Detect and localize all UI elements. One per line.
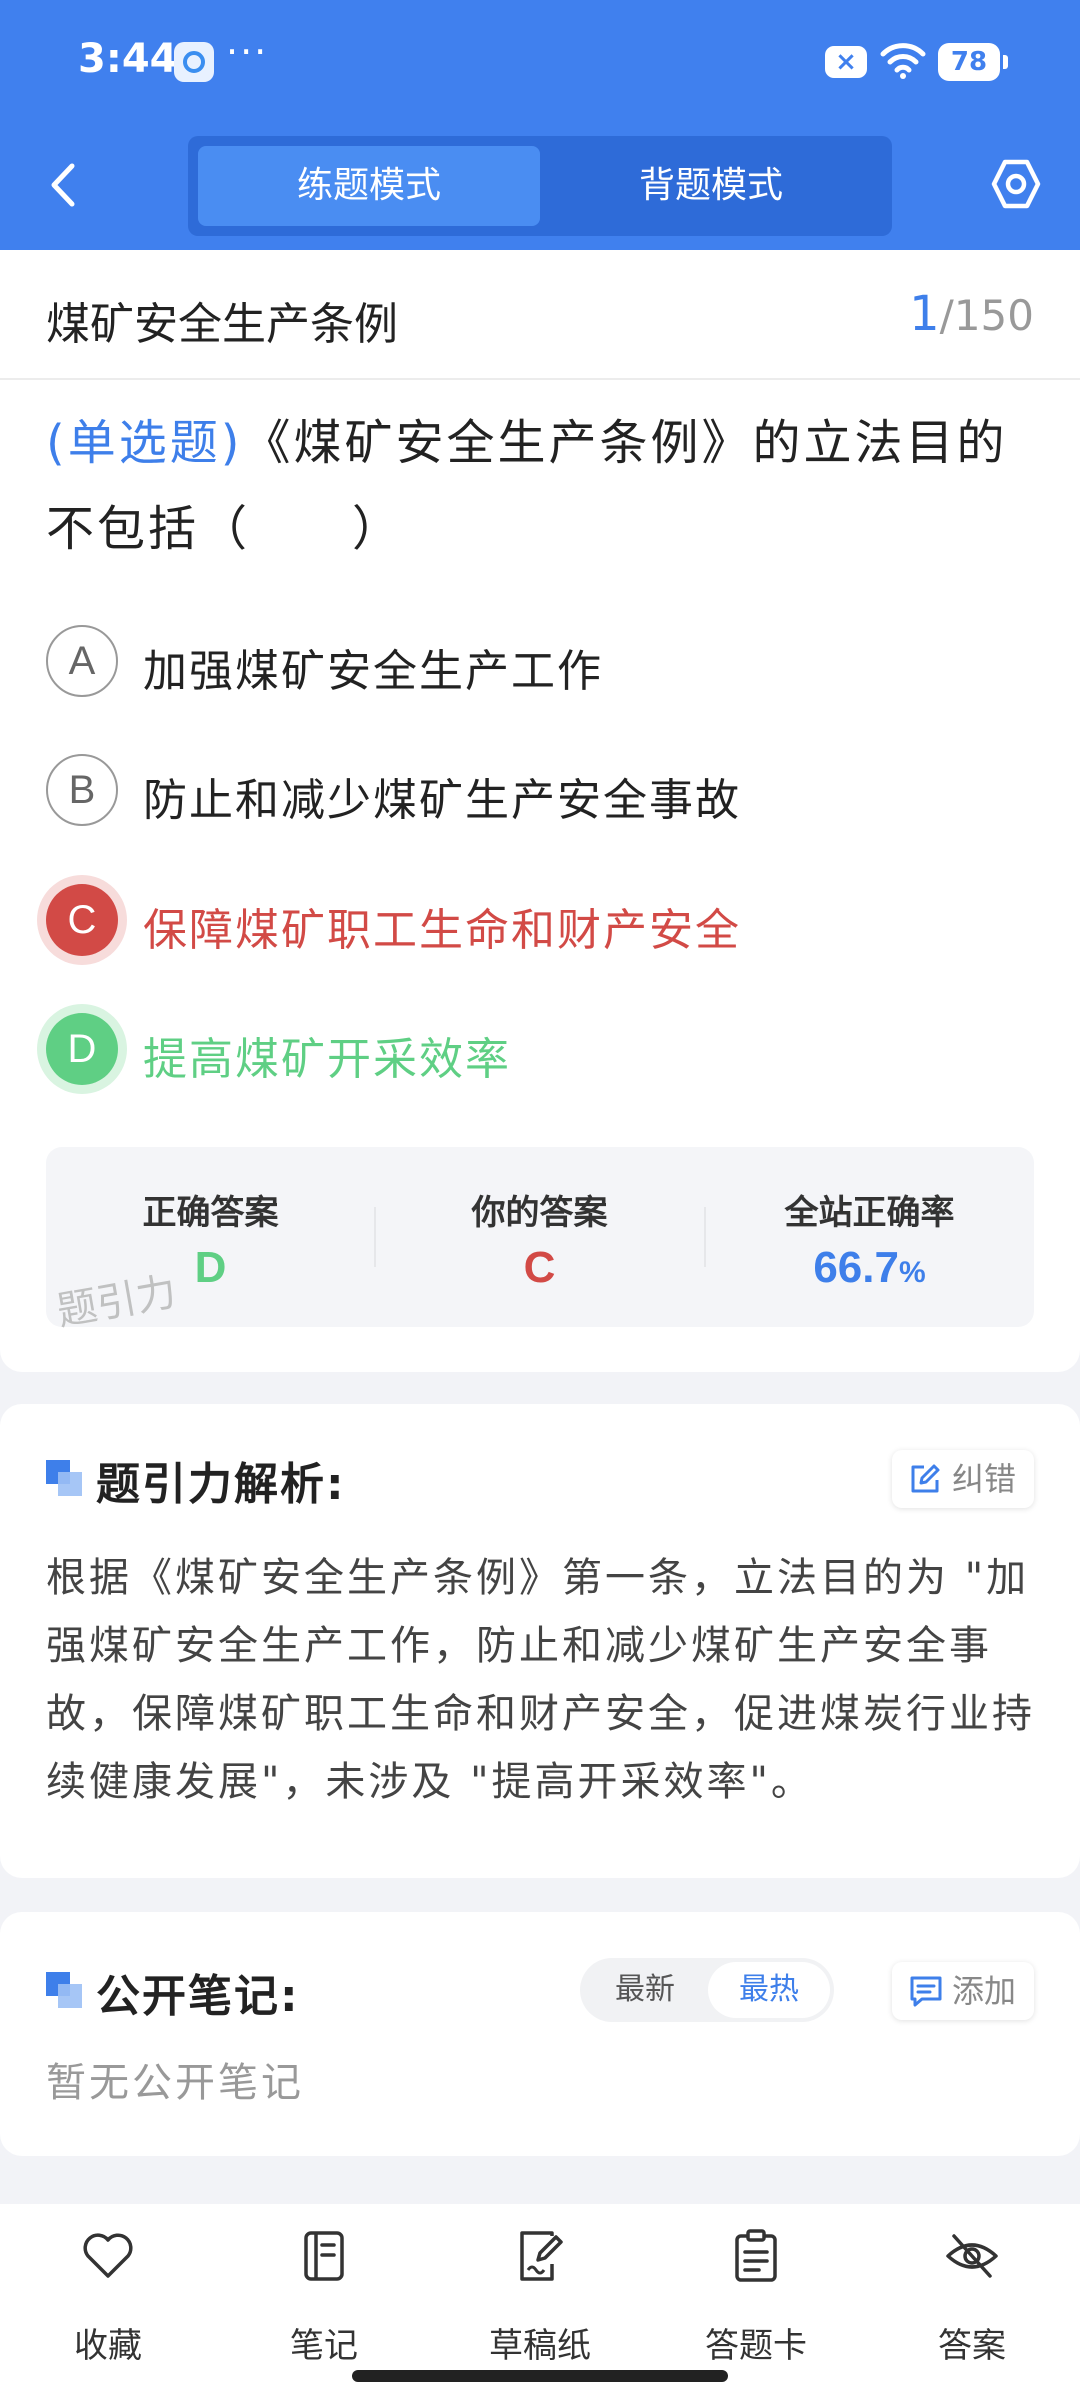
total-questions: /150 xyxy=(939,291,1034,340)
analysis-card: 题引力解析: 纠错 根据《煤矿安全生产条例》第一条，立法目的为 "加强煤矿安全生… xyxy=(0,1404,1080,1878)
question-progress: 1/150 xyxy=(909,286,1034,342)
option-a[interactable]: A 加强煤矿安全生产工作 xyxy=(46,625,1046,701)
your-answer-value: C xyxy=(523,1243,556,1292)
option-c[interactable]: C 保障煤矿职工生命和财产安全 xyxy=(46,884,1046,960)
question-card: 煤矿安全生产条例 1/150 (单选题)《煤矿安全生产条例》的立法目的不包括（ … xyxy=(0,250,1080,1372)
eye-off-icon xyxy=(946,2234,998,2278)
comment-icon xyxy=(910,1976,942,2007)
your-answer-block: 你的答案 C xyxy=(375,1147,704,1327)
accuracy-rate-value: 66.7% xyxy=(705,1243,1034,1293)
home-indicator[interactable] xyxy=(352,2370,728,2382)
report-error-button[interactable]: 纠错 xyxy=(891,1450,1034,1508)
report-error-label: 纠错 xyxy=(951,1460,1016,1498)
app-header: 3:44 ··· × 78 练题模式 背题模式 xyxy=(0,0,1080,250)
question-set-title: 煤矿安全生产条例 xyxy=(46,299,398,350)
settings-button[interactable] xyxy=(990,158,1042,210)
draft-paper-label: 草稿纸 xyxy=(489,2326,591,2366)
sort-latest-tab[interactable]: 最新 xyxy=(584,1962,706,2018)
chevron-left-icon xyxy=(51,163,75,207)
notes-sort-toggle: 最新 最热 xyxy=(580,1958,834,2022)
edit-icon xyxy=(911,1464,940,1493)
accuracy-rate-number: 66.7 xyxy=(813,1243,899,1292)
add-note-button[interactable]: 添加 xyxy=(891,1962,1034,2020)
notes-empty-text: 暂无公开笔记 xyxy=(46,2060,304,2106)
question-type-label: (单选题) xyxy=(46,415,243,471)
accuracy-rate-block: 全站正确率 66.7% xyxy=(705,1147,1034,1327)
option-letter: C xyxy=(46,884,118,956)
option-text: 防止和减少煤矿生产安全事故 xyxy=(143,775,741,826)
question-text: (单选题)《煤矿安全生产条例》的立法目的不包括（ ） xyxy=(46,400,1036,572)
battery-icon: 78 xyxy=(938,43,1008,81)
option-b[interactable]: B 防止和减少煤矿生产安全事故 xyxy=(46,754,1046,830)
section-squares-icon xyxy=(46,1460,82,1496)
accuracy-rate-label: 全站正确率 xyxy=(784,1193,955,1233)
public-notes-title: 公开笔记: xyxy=(96,1971,300,2022)
status-more-dots: ··· xyxy=(226,30,269,74)
answer-card-label: 答题卡 xyxy=(705,2326,807,2366)
heart-icon xyxy=(83,2233,133,2278)
option-text: 保障煤矿职工生命和财产安全 xyxy=(143,905,741,956)
add-note-label: 添加 xyxy=(951,1972,1016,2010)
answer-result-panel: 正确答案 D 你的答案 C 全站正确率 66.7% 题引力 xyxy=(46,1147,1034,1335)
section-squares-icon xyxy=(46,1972,82,2008)
show-answer-button[interactable]: 答案 xyxy=(882,2228,1062,2378)
back-button[interactable] xyxy=(38,150,88,220)
current-question-number: 1 xyxy=(909,286,940,342)
option-letter: A xyxy=(46,625,118,697)
status-time: 3:44 xyxy=(78,36,178,82)
sort-hot-tab[interactable]: 最热 xyxy=(708,1962,830,2018)
option-d[interactable]: D 提高煤矿开采效率 xyxy=(46,1013,1046,1089)
your-answer-label: 你的答案 xyxy=(471,1193,608,1233)
notes-button[interactable]: 笔记 xyxy=(234,2228,414,2378)
gear-icon xyxy=(991,159,1041,209)
show-answer-label: 答案 xyxy=(938,2326,1006,2366)
correct-answer-label: 正确答案 xyxy=(142,1193,279,1233)
tab-memorize-mode[interactable]: 背题模式 xyxy=(540,146,882,226)
divider xyxy=(0,378,1080,380)
analysis-text: 根据《煤矿安全生产条例》第一条，立法目的为 "加强煤矿安全生产工作，防止和减少煤… xyxy=(46,1555,1035,1805)
answer-card-icon xyxy=(735,2229,777,2282)
mode-toggle: 练题模式 背题模式 xyxy=(188,136,892,236)
status-close-badge-icon: × xyxy=(825,46,867,78)
option-letter: D xyxy=(46,1013,118,1085)
notebook-icon xyxy=(304,2231,344,2281)
answer-card-button[interactable]: 答题卡 xyxy=(666,2228,846,2378)
analysis-title: 题引力解析: xyxy=(96,1459,346,1510)
option-text: 加强煤矿安全生产工作 xyxy=(143,646,603,697)
public-notes-card: 公开笔记: 最新 最热 添加 暂无公开笔记 xyxy=(0,1912,1080,2156)
favorite-button[interactable]: 收藏 xyxy=(18,2228,198,2378)
wifi-icon xyxy=(880,40,926,84)
notes-label: 笔记 xyxy=(290,2326,358,2366)
accuracy-rate-unit: % xyxy=(898,1256,926,1289)
draft-paper-button[interactable]: 草稿纸 xyxy=(450,2228,630,2378)
app-notification-icon xyxy=(174,42,214,82)
option-letter: B xyxy=(46,754,118,826)
option-text: 提高煤矿开采效率 xyxy=(143,1034,511,1085)
tab-practice-mode[interactable]: 练题模式 xyxy=(198,146,540,226)
draft-paper-icon xyxy=(520,2231,563,2281)
favorite-label: 收藏 xyxy=(74,2326,142,2366)
